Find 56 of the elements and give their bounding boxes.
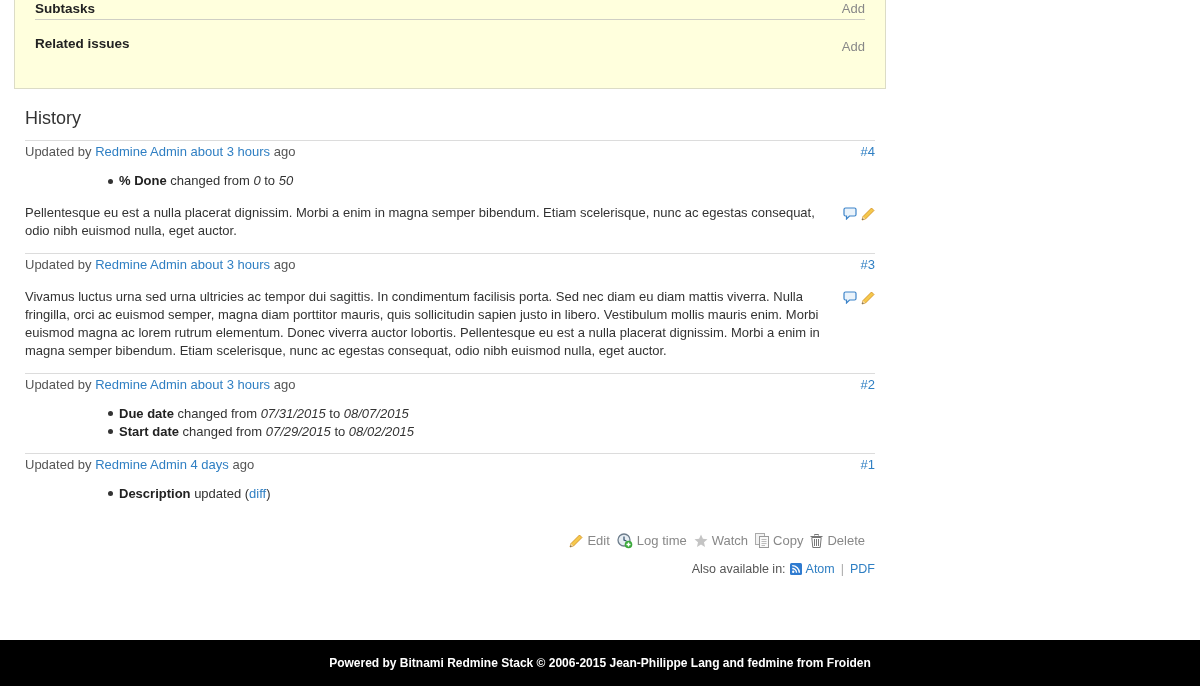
diff-link[interactable]: diff <box>249 485 267 501</box>
time-link[interactable]: about 3 hours <box>190 376 271 392</box>
also-available-label: Also available in: <box>691 560 786 578</box>
author-link[interactable]: Redmine Admin <box>95 144 187 159</box>
journal-note-text: Vivamus luctus urna sed urna ultricies ac tempor dui sagittis. In condimentum facilisis porta. Sed nec diam eu diam mattis viverra. Nulla fringilla, orci ac euismod semper, magna diam porttitor mauris, quis sollicitudin sapien justo in libero. Vestibulum mollis mauris enim. Morbi euismod magna ac lorem rutrum elementum. Donec viverra auctor lobortis. Pellentesque eu est a nulla placerat dignissim. Morbi a enim in magna semper bibendum. Etiam scelerisque, nunc ac egestas consequat, odio nibh euismod nulla, eget auctor. <box>25 287 821 361</box>
bullet-icon <box>108 491 113 497</box>
time-link[interactable]: about 3 hours <box>190 144 271 159</box>
speech-bubble-icon <box>843 207 857 220</box>
action-link[interactable]: Log time <box>616 531 687 550</box>
edit-note-button[interactable] <box>861 290 875 305</box>
history-heading: History <box>25 108 82 128</box>
pencil-icon <box>569 533 584 548</box>
author-link[interactable]: Redmine Admin <box>95 456 187 472</box>
change-detail-text: Description updated (diff) <box>119 484 271 503</box>
action-link[interactable]: Delete <box>810 531 865 550</box>
journal-header-text: Updated by Redmine Admin about 3 hours ago <box>25 255 296 274</box>
quote-button[interactable] <box>843 290 857 305</box>
quote-button[interactable] <box>843 207 857 221</box>
action-link[interactable]: Copy <box>755 531 804 550</box>
edit-note-button[interactable] <box>861 207 875 221</box>
section-title: Related issues <box>35 35 130 53</box>
journal-number-link[interactable]: #2 <box>860 375 875 394</box>
pencil-icon <box>861 207 875 221</box>
change-detail-text: % Done changed from 0 to 50 <box>119 172 294 190</box>
clock-icon <box>616 532 633 549</box>
separator-text: | <box>840 560 844 578</box>
change-detail-text: Start date changed from 07/29/2015 to 08/02/2015 <box>119 422 414 441</box>
journal-number-link[interactable]: #1 <box>860 455 875 474</box>
bullet-icon <box>108 429 113 435</box>
action-link[interactable]: Edit <box>569 531 610 550</box>
star-icon <box>693 533 708 548</box>
action-link[interactable]: Watch <box>693 531 749 550</box>
journal-number-link[interactable]: #3 <box>860 255 875 274</box>
bullet-icon <box>108 411 113 417</box>
format-link[interactable]: PDF <box>850 559 875 578</box>
footer-text: Powered by Bitnami Redmine Stack © 2006-2015 Jean-Philippe Lang and fedmine from Froiden <box>329 656 871 670</box>
time-link[interactable]: 4 days <box>190 456 229 472</box>
add-link[interactable]: Add <box>841 0 865 18</box>
copy-icon <box>755 533 770 549</box>
rss-icon <box>789 562 802 575</box>
time-link[interactable]: about 3 hours <box>190 256 271 272</box>
change-detail-text: Due date changed from 07/31/2015 to 08/07/2015 <box>119 404 409 423</box>
journal-header-text: Updated by Redmine Admin 4 days ago <box>25 455 255 474</box>
speech-bubble-icon <box>843 290 857 304</box>
section-title: Subtasks <box>35 0 96 18</box>
pencil-icon <box>861 290 875 305</box>
add-link[interactable]: Add <box>841 38 865 56</box>
journal-header-text: Updated by Redmine Admin about 3 hours ago <box>25 375 296 394</box>
journal-note-text: Pellentesque eu est a nulla placerat dignissim. Morbi a enim in magna semper bibendum. Etiam scelerisque, nunc ac egestas consequat, odio nibh euismod nulla, eget auctor. <box>25 204 816 241</box>
author-link[interactable]: Redmine Admin <box>95 256 187 272</box>
bullet-icon <box>108 178 113 184</box>
format-link[interactable]: Atom <box>789 559 835 578</box>
journal-header-text: Updated by Redmine Admin about 3 hours ago <box>25 143 296 161</box>
author-link[interactable]: Redmine Admin <box>95 376 187 392</box>
journal-number-link[interactable]: #4 <box>860 143 875 161</box>
trash-icon <box>810 533 824 548</box>
